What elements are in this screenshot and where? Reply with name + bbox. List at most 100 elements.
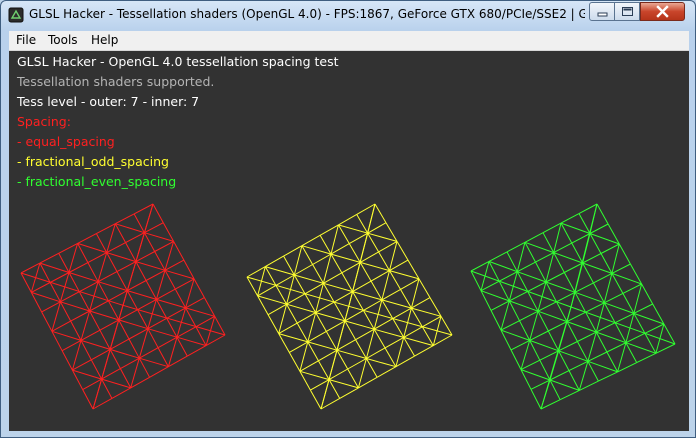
mesh-edge [641,283,654,305]
mesh-edge [633,303,653,314]
close-button[interactable] [640,2,685,21]
mesh-edge [604,292,624,304]
render-viewport[interactable]: GLSL Hacker - OpenGL 4.0 tessellation sp… [9,51,689,431]
mesh-edge [61,350,73,371]
window-title: GLSL Hacker - Tessellation shaders (Open… [29,7,585,21]
mesh-edge [488,251,508,262]
mesh-edge [603,273,613,303]
app-window: GLSL Hacker - Tessellation shaders (Open… [0,0,696,438]
mesh-edge [589,223,609,234]
mesh-edge [520,340,531,370]
mesh-edge [570,203,598,308]
mesh-edge [111,387,131,399]
mesh-edge [365,329,375,359]
mesh-edge [307,312,317,343]
mesh-edge [330,224,339,255]
mesh-edge [644,323,665,334]
maximize-icon [622,7,633,16]
mesh-edge [77,233,97,244]
mesh-edge [414,345,434,357]
mesh-edge [529,311,539,341]
mesh-edge [633,283,643,314]
minimize-icon [597,12,608,17]
mesh-edge [82,389,94,410]
mesh-edge [540,306,572,410]
mesh-edge [578,361,589,391]
mesh-edge [396,241,409,261]
mesh-edge [527,281,547,292]
mesh-edge [510,349,522,370]
mesh-edge [152,203,164,223]
mesh-edge [293,245,303,276]
mesh-edge [410,278,420,309]
mesh-edge [122,304,226,336]
mesh-edge [587,331,597,362]
close-icon [656,5,669,18]
menu-help[interactable]: Help [91,33,118,47]
mesh-edge [149,366,169,378]
mesh-edge [395,337,405,367]
minimize-button[interactable] [589,2,615,21]
mesh-edge [579,380,599,391]
mesh-edge [288,352,301,372]
mesh-edge [517,261,536,273]
mesh-edge [585,302,605,313]
mesh-edge [577,331,597,342]
mesh-edge [39,252,59,264]
mesh-edge [320,306,350,410]
mesh-edge [545,272,565,283]
mesh-edge [309,389,322,410]
mesh-edge [570,306,676,345]
mesh-edge [553,222,562,253]
mesh-edge [614,312,635,324]
mesh-edge [559,389,580,401]
mesh-edge [578,203,598,215]
mesh-edge [530,389,542,410]
mesh-edge [618,243,631,265]
mesh-edge [537,301,557,312]
maximize-button[interactable] [614,2,640,21]
mesh-edge [339,387,359,399]
app-icon [8,7,24,23]
mesh-edge [558,341,578,352]
equal-spacing-mesh [20,203,226,410]
mesh-edge [611,263,631,274]
mesh-edge [545,252,555,283]
mesh-edge [593,272,613,284]
mesh-edge [509,290,528,302]
mesh-edge [92,305,124,410]
mesh-edge [500,300,510,331]
mesh-edge [582,253,602,264]
mesh-edge [596,322,616,333]
mesh-edge [596,203,609,225]
mesh-edge [338,213,357,226]
mesh-edge [374,203,387,223]
mesh-edge [301,234,321,247]
menu-tools[interactable]: Tools [48,33,78,47]
mesh-edge [535,252,554,263]
mesh-edge [622,283,642,294]
menu-file[interactable]: File [16,33,36,47]
mesh-edge [560,213,580,224]
mesh-edge [381,270,390,301]
title-bar[interactable]: GLSL Hacker - Tessellation shaders (Open… [1,1,695,29]
mesh-edge [376,366,397,378]
mesh-edge [348,203,376,307]
mesh-edge [598,371,618,382]
mesh-edge [41,311,53,332]
mesh-edge [389,241,398,271]
mesh-edge [617,342,627,373]
mesh-edge [524,232,544,243]
mesh-edge [606,342,627,353]
mesh-edge [574,282,594,293]
mesh-edge [542,222,562,234]
mesh-edge [611,243,620,274]
fractional-odd-spacing-mesh [246,203,453,410]
mesh-edge [587,351,608,362]
mesh-edge [418,278,431,298]
tessellated-meshes [20,203,676,410]
mesh-edge [265,255,284,268]
fractional-even-spacing-mesh [470,203,676,410]
mesh-edge [187,345,207,357]
mesh-edge [636,352,657,364]
